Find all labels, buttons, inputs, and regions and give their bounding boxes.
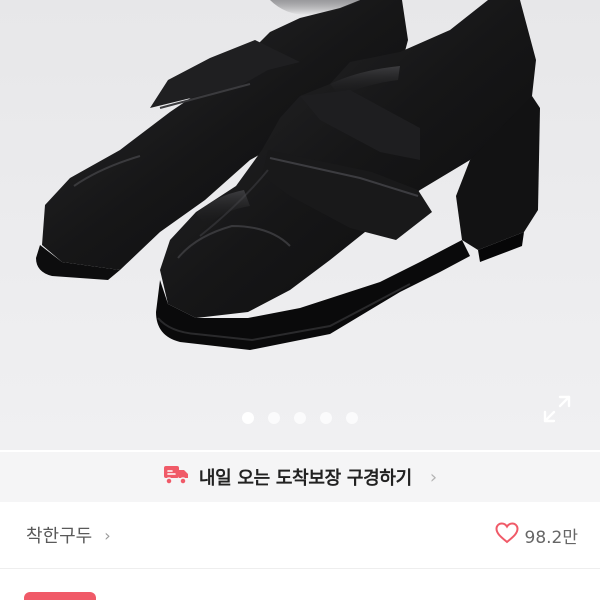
pagination-dot[interactable] bbox=[242, 412, 254, 424]
pagination-dot[interactable] bbox=[320, 412, 332, 424]
shop-link[interactable]: 착한구두 › bbox=[26, 522, 111, 548]
product-detail-page: 내일 오는 도착보장 구경하기 › 착한구두 › 98.2만 bbox=[0, 0, 600, 600]
chevron-right-icon: › bbox=[429, 466, 438, 488]
product-badge bbox=[24, 592, 96, 600]
divider bbox=[0, 568, 600, 569]
heart-icon bbox=[494, 522, 519, 548]
pagination-dot[interactable] bbox=[268, 412, 280, 424]
gallery-pagination bbox=[0, 412, 600, 424]
like-button[interactable]: 98.2만 bbox=[494, 522, 579, 548]
delivery-guarantee-banner[interactable]: 내일 오는 도착보장 구경하기 › bbox=[0, 452, 600, 502]
product-image-gallery[interactable] bbox=[0, 0, 600, 450]
shop-info-row: 착한구두 › 98.2만 bbox=[0, 502, 600, 568]
delivery-truck-icon bbox=[163, 464, 189, 490]
like-count: 98.2만 bbox=[524, 527, 579, 548]
shop-name: 착한구두 bbox=[26, 526, 93, 547]
pagination-dot[interactable] bbox=[294, 412, 306, 424]
pagination-dot[interactable] bbox=[346, 412, 358, 424]
product-photo bbox=[36, 0, 540, 350]
banner-text: 내일 오는 도착보장 구경하기 bbox=[198, 468, 412, 489]
chevron-right-icon: › bbox=[104, 525, 111, 545]
expand-icon[interactable] bbox=[540, 392, 574, 426]
